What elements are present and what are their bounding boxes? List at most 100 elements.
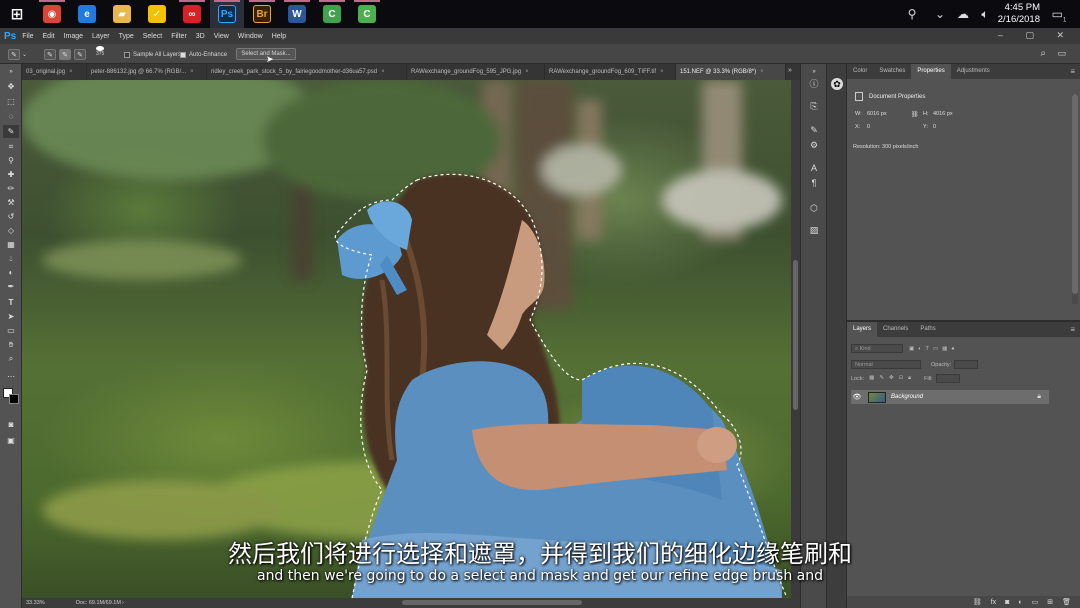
blend-mode-select[interactable]: Normal [851, 360, 921, 369]
clone-source-icon[interactable]: ⚙ [808, 139, 820, 151]
taskbar-file-explorer[interactable]: ▰ [105, 0, 139, 28]
menu-help[interactable]: Help [272, 33, 286, 40]
more-tools-icon[interactable]: ⋯ [3, 370, 19, 383]
document-canvas[interactable] [22, 80, 791, 598]
menu-layer[interactable]: Layer [92, 33, 110, 40]
eraser-tool-icon[interactable]: ◇ [3, 224, 19, 237]
lock-icons[interactable]: ▦✎✥⊡🔒︎ [869, 375, 916, 382]
workspace-icon[interactable]: ▭ [1057, 48, 1066, 59]
panel-collapse-icon[interactable]: » [3, 66, 19, 79]
x-value[interactable]: 0 [867, 124, 870, 130]
taskbar-windows-start[interactable]: ⊞ [0, 0, 34, 28]
taskbar-bridge[interactable]: Br [245, 0, 279, 28]
fill-field[interactable] [935, 374, 960, 383]
horizontal-scrollbar[interactable] [402, 600, 582, 605]
kind-filter-select[interactable]: ⌕ Kind [851, 344, 903, 353]
link-icon[interactable]: ⛓ [911, 111, 919, 118]
vertical-scrollbar[interactable] [791, 80, 800, 598]
taskbar-creative-cloud[interactable]: ∞ [175, 0, 209, 28]
zoom-tool-icon[interactable]: ⌕ [3, 352, 19, 365]
path-selection-icon[interactable]: ➤ [3, 310, 19, 323]
lock-icon[interactable]: 🔒︎ [1037, 393, 1041, 401]
menu-window[interactable]: Window [238, 33, 263, 40]
screen-mode-icon[interactable]: ▣ [3, 434, 19, 447]
visibility-eye-icon[interactable]: 👁︎ [851, 393, 863, 401]
menu-image[interactable]: Image [64, 33, 83, 40]
document-tab[interactable]: 151.NEF @ 33.3% (RGB/8*) × [676, 64, 786, 80]
menu-filter[interactable]: Filter [171, 33, 187, 40]
dodge-tool-icon[interactable]: ◐ [3, 266, 19, 279]
tab-swatches[interactable]: Swatches [873, 64, 911, 79]
close-tab-icon[interactable]: × [525, 69, 529, 75]
volume-icon[interactable]: 🔈︎ [977, 6, 993, 22]
crop-tool-icon[interactable]: ⌗ [3, 140, 19, 153]
menu-edit[interactable]: Edit [43, 33, 55, 40]
auto-enhance-checkbox[interactable]: Auto-Enhance [180, 49, 227, 60]
history-brush-icon[interactable]: ↺ [3, 210, 19, 223]
subtract-selection-button[interactable]: ✎ [74, 49, 86, 60]
character-icon[interactable]: A [808, 162, 820, 174]
tool-preset-picker[interactable]: ✎ ⌄ [8, 49, 27, 60]
history-icon[interactable]: ⎘ [808, 100, 820, 112]
link-layers-icon[interactable]: ⛓ [973, 598, 982, 606]
scrollbar-thumb[interactable] [793, 260, 798, 410]
brush-tool-icon[interactable]: ✏ [3, 182, 19, 195]
doc-size[interactable]: Doc: 69.1M/69.1M [76, 600, 121, 606]
system-clock[interactable]: 4:45 PM 2/16/2018 [998, 2, 1040, 26]
tab-color[interactable]: Color [847, 64, 873, 79]
3d-icon[interactable]: ⬡ [808, 202, 820, 214]
trash-icon[interactable]: 🗑︎ [1062, 598, 1071, 606]
image-icon[interactable]: ▨ [808, 224, 820, 236]
close-tab-icon[interactable]: × [760, 69, 764, 75]
gradient-tool-icon[interactable]: ▦ [3, 238, 19, 251]
paragraph-icon[interactable]: ¶ [808, 177, 820, 189]
height-value[interactable]: 4016 px [933, 111, 953, 117]
document-tab[interactable]: RAWexchange_groundFog_609_TIFF.tif × [545, 64, 676, 80]
menu-file[interactable]: File [22, 33, 33, 40]
tab-adjustments[interactable]: Adjustments [951, 64, 996, 79]
adjustment-layer-icon[interactable]: ◐ [1018, 599, 1022, 606]
menu-select[interactable]: Select [143, 33, 162, 40]
adjustments-icon[interactable]: ✿ [831, 78, 843, 90]
search-icon[interactable]: ⌕ [1040, 48, 1046, 59]
tab-properties[interactable]: Properties [911, 64, 951, 79]
status-arrow-icon[interactable]: › [122, 600, 124, 606]
layer-filter-icons[interactable]: ▣◐T▭▦● [909, 346, 959, 352]
taskbar-edge[interactable]: e [70, 0, 104, 28]
new-selection-button[interactable]: ✎ [44, 49, 56, 60]
document-tab[interactable]: peter-886132.jpg @ 66.7% (RGB/... × [87, 64, 207, 80]
taskbar-photoshop[interactable]: Ps [210, 0, 244, 28]
info-icon[interactable]: ⓘ [808, 78, 820, 90]
group-icon[interactable]: ▭ [1032, 598, 1039, 606]
close-tab-icon[interactable]: × [69, 69, 73, 75]
taskbar-camtasia-recorder[interactable]: C [350, 0, 384, 28]
people-icon[interactable]: ⚲ [904, 6, 920, 22]
add-mask-icon[interactable]: ◙ [1005, 599, 1009, 606]
close-tab-icon[interactable]: × [190, 69, 194, 75]
window-controls[interactable]: – ▢ ✕ [998, 30, 1074, 41]
document-tab[interactable]: ridley_creek_park_stock_5_by_fairiegoodm… [207, 64, 407, 80]
menu-type[interactable]: Type [119, 33, 134, 40]
y-value[interactable]: 0 [933, 124, 936, 130]
type-tool-icon[interactable]: T [3, 296, 19, 309]
fx-icon[interactable]: fx [991, 599, 996, 606]
brush-size-picker[interactable]: 375 [96, 46, 104, 57]
close-tab-icon[interactable]: × [660, 69, 664, 75]
taskbar-camtasia[interactable]: C [315, 0, 349, 28]
new-layer-icon[interactable]: ⊞ [1047, 598, 1053, 606]
chevron-up-icon[interactable]: ⌄ [932, 6, 948, 22]
taskbar-word[interactable]: W [280, 0, 314, 28]
properties-scrollbar[interactable] [1072, 94, 1078, 304]
tabs-overflow-icon[interactable]: » [788, 67, 792, 74]
tab-paths[interactable]: Paths [914, 322, 941, 337]
document-tab[interactable]: RAWexchange_groundFog_595_JPG.jpg × [407, 64, 545, 80]
close-tab-icon[interactable]: × [381, 69, 385, 75]
layer-row-background[interactable]: 👁︎ Background 🔒︎ [851, 390, 1049, 404]
taskbar-chrome[interactable]: ◉ [35, 0, 69, 28]
onedrive-icon[interactable]: ☁ [955, 6, 971, 22]
tab-channels[interactable]: Channels [877, 322, 914, 337]
lasso-tool-icon[interactable]: ◌ [3, 110, 19, 123]
tab-layers[interactable]: Layers [847, 322, 878, 337]
zoom-level[interactable]: 33.33% [26, 600, 45, 606]
collapse-panels-icon[interactable]: » [808, 66, 820, 78]
